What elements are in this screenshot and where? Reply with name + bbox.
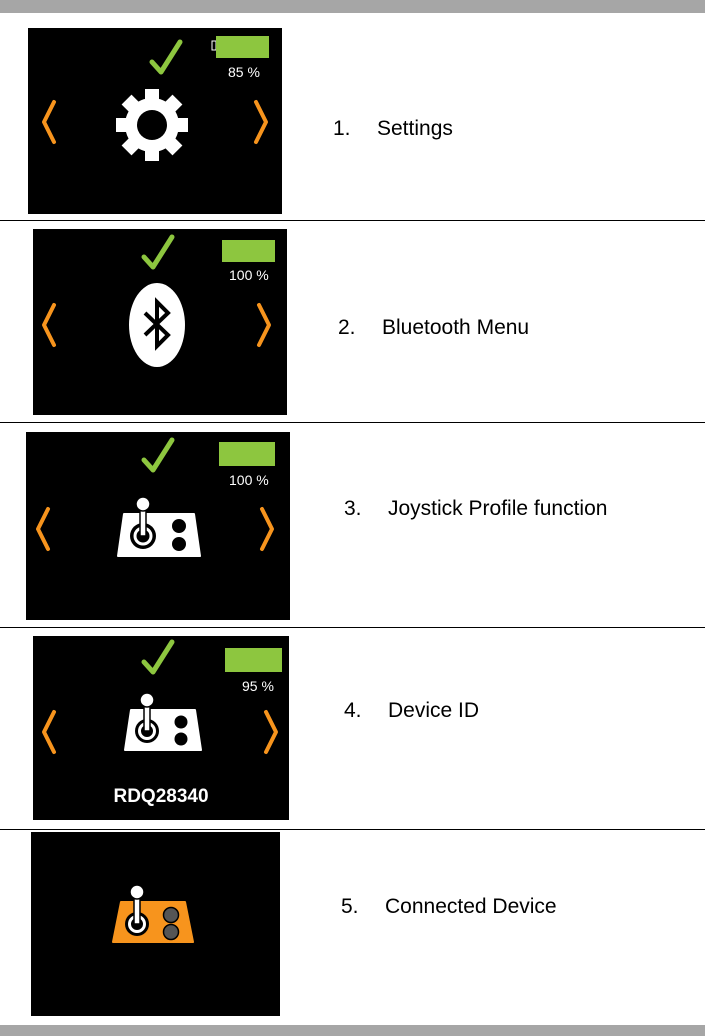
caption-device-id: 4. Device ID	[344, 699, 479, 723]
row-divider	[0, 829, 705, 830]
screen-settings: 85 %	[28, 28, 282, 214]
caption-text: Joystick Profile function	[388, 497, 608, 520]
screen-connected-graphics	[112, 884, 194, 943]
check-icon	[141, 639, 175, 675]
caption-bluetooth: 2. Bluetooth Menu	[338, 316, 529, 340]
battery-fill	[225, 648, 282, 672]
caption-connected-device: 5. Connected Device	[341, 895, 557, 919]
caption-number: 1.	[333, 117, 351, 140]
chevron-right-icon	[257, 303, 271, 347]
row-divider	[0, 220, 705, 221]
screen-bluetooth: 100 %	[33, 229, 287, 415]
caption-text: Bluetooth Menu	[382, 316, 530, 339]
chevron-right-icon	[254, 100, 268, 144]
battery-percent: 100 %	[229, 472, 269, 488]
chevron-left-icon	[36, 507, 50, 551]
check-icon	[141, 234, 175, 270]
joystick-connected-icon	[112, 884, 194, 943]
caption-number: 4.	[344, 699, 362, 722]
battery-fill	[222, 240, 275, 262]
caption-number: 5.	[341, 895, 359, 918]
gear-icon	[116, 89, 188, 161]
battery-percent: 100 %	[229, 267, 269, 283]
bottom-rule	[0, 1025, 705, 1036]
device-id-label: RDQ28340	[113, 786, 209, 807]
caption-text: Connected Device	[385, 895, 557, 918]
caption-number: 3.	[344, 497, 362, 520]
screen-joystick-graphics	[36, 437, 275, 557]
row-divider	[0, 627, 705, 628]
battery-percent: 85 %	[228, 64, 260, 80]
check-icon	[149, 39, 183, 75]
screen-device-id: 95 % RDQ28340	[33, 636, 289, 820]
chevron-left-icon	[42, 710, 56, 754]
screen-bluetooth-graphics	[42, 234, 275, 367]
battery-fill	[219, 442, 275, 466]
caption-settings: 1. Settings	[333, 117, 453, 141]
top-rule	[0, 0, 705, 13]
chevron-left-icon	[42, 303, 56, 347]
screen-connected-device	[31, 832, 280, 1016]
battery-terminal	[211, 40, 217, 51]
joystick-icon	[117, 496, 201, 557]
battery-fill	[216, 36, 269, 58]
caption-text: Device ID	[388, 699, 480, 722]
row-divider	[0, 422, 705, 423]
caption-number: 2.	[338, 316, 356, 339]
bluetooth-icon	[129, 283, 185, 367]
caption-text: Settings	[377, 117, 453, 140]
chevron-left-icon	[42, 100, 56, 144]
joystick-icon	[124, 692, 202, 751]
screen-joystick-profile: 100 %	[26, 432, 290, 620]
battery-percent: 95 %	[242, 678, 274, 694]
screen-settings-graphics	[42, 36, 269, 161]
chevron-right-icon	[260, 507, 274, 551]
chevron-right-icon	[264, 710, 278, 754]
caption-joystick-profile: 3. Joystick Profile function	[344, 497, 607, 521]
check-icon	[141, 437, 175, 473]
